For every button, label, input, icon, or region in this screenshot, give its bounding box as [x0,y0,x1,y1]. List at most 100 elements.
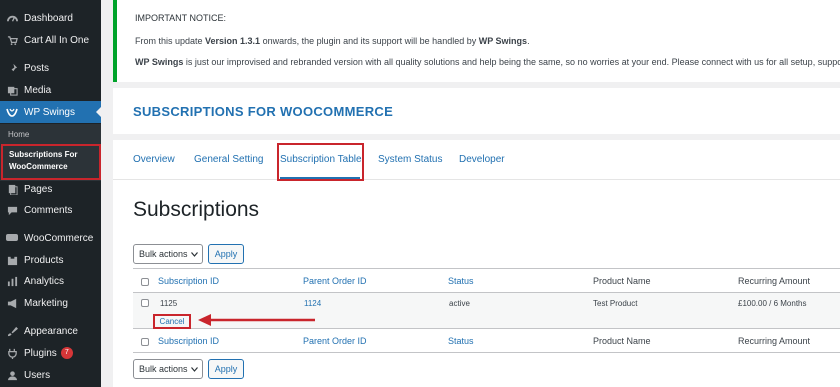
cancel-subscription-link[interactable]: Cancel [153,314,191,329]
select-all-checkbox[interactable] [141,278,149,286]
bulk-actions-bottom: Bulk actions Apply [133,359,244,379]
apply-button[interactable]: Apply [208,244,244,264]
submenu-label-line1: Subscriptions For [9,150,78,159]
tab-developer[interactable]: Developer [459,154,505,165]
sidebar-item-label: WooCommerce [24,232,94,244]
sidebar-item-label: Users [24,369,51,381]
page-title: Subscriptions [133,198,260,221]
cart-icon [6,34,18,46]
tab-overview[interactable]: Overview [133,154,175,165]
main-content: Overview General Setting Subscription Ta… [113,140,840,387]
column-product-name: Product Name [593,276,651,286]
sidebar-item-users[interactable]: Users [0,364,101,386]
sidebar-item-label: Products [24,254,64,266]
sidebar-item-analytics[interactable]: Analytics [0,270,101,292]
sidebar-item-comments[interactable]: Comments [0,199,101,221]
notice-version: Version 1.3.1 [205,36,261,46]
sidebar-item-wp-swings[interactable]: WP Swings [0,101,101,123]
plugin-header: SUBSCRIPTIONS FOR WOOCOMMERCE [113,88,840,134]
tab-system-status[interactable]: System Status [378,154,442,165]
table-header-row: Subscription ID Parent Order ID Status P… [133,269,840,293]
analytics-icon [6,275,18,287]
bulk-actions-label: Bulk actions [139,364,188,374]
current-menu-arrow [96,107,101,117]
sidebar-submenu: Home Subscriptions For WooCommerce [0,124,101,181]
recurring-amount: £100.00 / 6 Months [738,299,807,308]
plug-icon [6,347,18,359]
sidebar-item-label: Media [24,84,52,96]
submenu-label-line2: WooCommerce [9,162,68,171]
notice-line1: From this update Version 1.3.1 onwards, … [135,36,530,46]
column-status[interactable]: Status [448,336,474,346]
product-name: Test Product [593,299,638,308]
sidebar-item-plugins[interactable]: Plugins 7 [0,342,101,364]
notice-line2: WP Swings is just our improvised and reb… [135,57,840,67]
products-icon [6,254,18,266]
sidebar-item-media[interactable]: Media [0,79,101,101]
submenu-item-subscriptions-for-woocommerce[interactable]: Subscriptions For WooCommerce [1,144,101,180]
sidebar-item-cart-all-in-one[interactable]: Cart All In One [0,29,101,51]
column-parent-order-id[interactable]: Parent Order ID [303,336,367,346]
dashboard-icon [6,12,18,24]
sidebar-item-woocommerce[interactable]: WooCommerce [0,227,101,249]
column-status[interactable]: Status [448,276,474,286]
users-icon [6,369,18,381]
subscription-id: 1125 [160,299,178,308]
notice-brand: WP Swings [135,57,184,67]
chevron-down-icon [191,249,198,259]
bulk-actions-select[interactable]: Bulk actions [133,244,203,264]
column-parent-order-id[interactable]: Parent Order ID [303,276,367,286]
woocommerce-icon [6,232,18,244]
sidebar-item-label: Plugins [24,347,57,359]
notice-title: IMPORTANT NOTICE: [135,13,227,23]
notice-text: is just our improvised and rebranded ver… [183,57,840,67]
plugin-title: SUBSCRIPTIONS FOR WOOCOMMERCE [133,104,394,119]
sidebar-item-label: Pages [24,183,53,195]
wp-swings-icon [6,106,18,118]
table-footer-row: Subscription ID Parent Order ID Status P… [133,329,840,353]
admin-sidebar: Dashboard Cart All In One Posts Media WP… [0,0,101,387]
sidebar-item-marketing[interactable]: Marketing [0,292,101,314]
column-subscription-id[interactable]: Subscription ID [158,336,219,346]
sidebar-item-label: Dashboard [24,12,73,24]
megaphone-icon [6,297,18,309]
column-recurring-amount: Recurring Amount [738,336,811,346]
bulk-actions-top: Bulk actions Apply [133,244,244,264]
select-all-checkbox-footer[interactable] [141,338,149,346]
tab-general-setting[interactable]: General Setting [194,154,264,165]
bulk-actions-select[interactable]: Bulk actions [133,359,203,379]
submenu-item-home[interactable]: Home [8,130,29,139]
plugins-update-badge: 7 [60,347,73,359]
sidebar-item-label: WP Swings [24,106,75,118]
highlight-box [277,143,364,181]
sidebar-item-dashboard[interactable]: Dashboard [0,7,101,29]
sidebar-item-appearance[interactable]: Appearance [0,320,101,342]
notice-text: onwards, the plugin and its support will… [260,36,479,46]
sidebar-item-label: Marketing [24,297,68,309]
pages-icon [6,183,18,195]
sidebar-item-label: Comments [24,204,73,216]
sidebar-item-products[interactable]: Products [0,249,101,271]
pin-icon [6,62,18,74]
sidebar-item-posts[interactable]: Posts [0,57,101,79]
annotation-arrow-icon [198,314,315,326]
parent-order-link[interactable]: 1124 [304,299,321,308]
chevron-down-icon [191,364,198,374]
notice-text: . [527,36,530,46]
sidebar-item-pages[interactable]: Pages [0,178,101,200]
column-product-name: Product Name [593,336,651,346]
tab-bar: Overview General Setting Subscription Ta… [113,140,840,181]
subscription-status: active [449,299,470,308]
comments-icon [6,204,18,216]
notice-brand: WP Swings [478,36,528,46]
apply-button[interactable]: Apply [208,359,244,379]
sidebar-item-label: Appearance [24,325,78,337]
notice-text: From this update [135,36,206,46]
column-recurring-amount: Recurring Amount [738,276,811,286]
column-subscription-id[interactable]: Subscription ID [158,276,219,286]
row-checkbox[interactable] [141,299,149,307]
media-icon [6,84,18,96]
sidebar-item-label: Posts [24,62,50,74]
sidebar-item-label: Analytics [24,275,65,287]
bulk-actions-label: Bulk actions [139,249,188,259]
